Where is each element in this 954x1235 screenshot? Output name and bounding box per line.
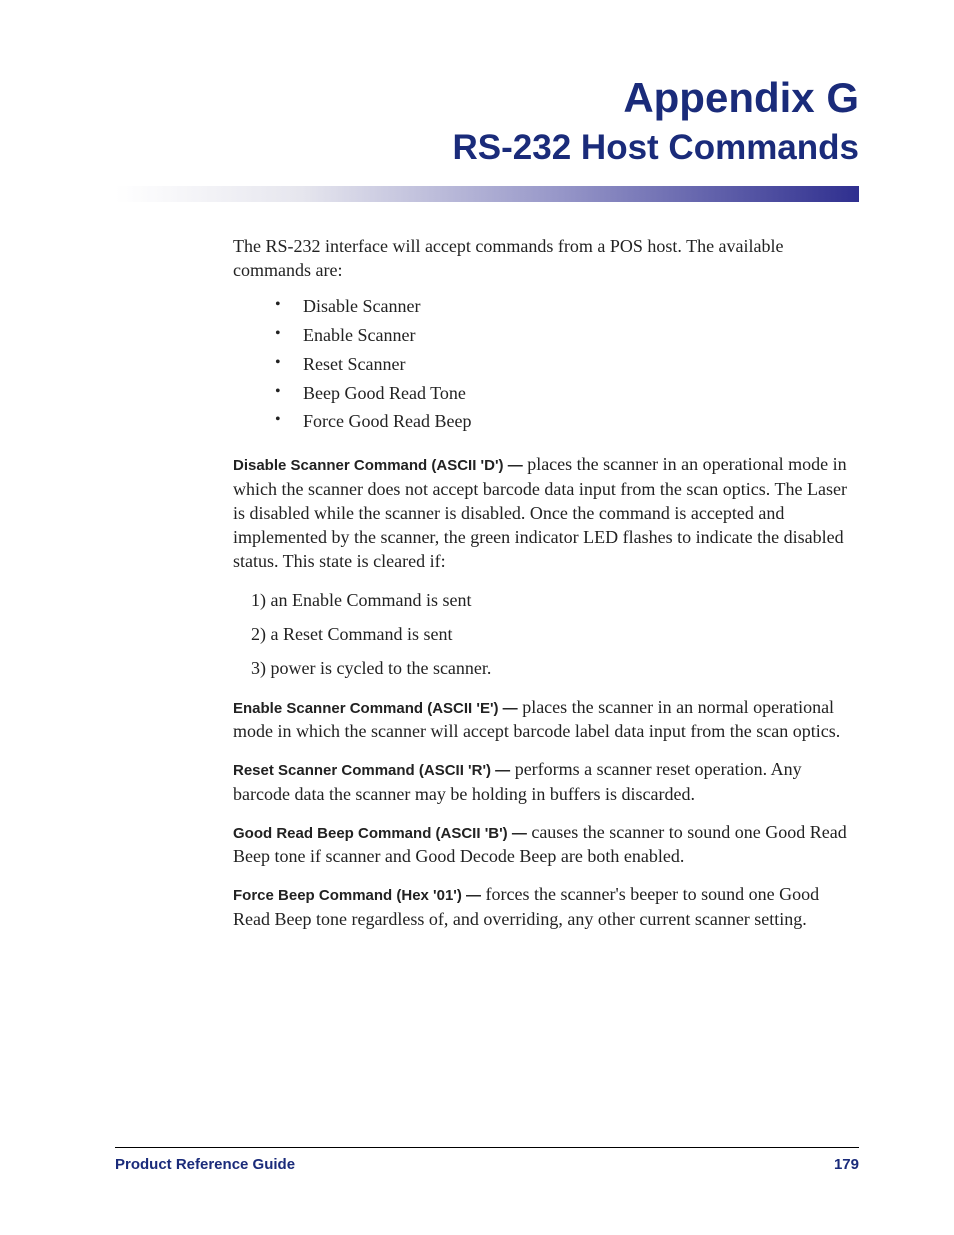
enable-scanner-paragraph: Enable Scanner Command (ASCII 'E') — pla… [233, 695, 859, 744]
intro-paragraph: The RS-232 interface will accept command… [233, 234, 859, 283]
disable-scanner-lead: Disable Scanner Command (ASCII 'D') — [233, 457, 523, 474]
list-item: 2) a Reset Command is sent [251, 622, 859, 646]
list-item: Disable Scanner [275, 292, 859, 321]
list-item: Beep Good Read Tone [275, 379, 859, 408]
list-item: Force Good Read Beep [275, 407, 859, 436]
force-beep-lead: Force Beep Command (Hex '01') — [233, 887, 481, 904]
list-item: Reset Scanner [275, 350, 859, 379]
disable-scanner-paragraph: Disable Scanner Command (ASCII 'D') — pl… [233, 452, 859, 573]
appendix-label: Appendix G [115, 75, 859, 121]
good-read-beep-paragraph: Good Read Beep Command (ASCII 'B') — cau… [233, 820, 859, 869]
reset-scanner-lead: Reset Scanner Command (ASCII 'R') — [233, 762, 510, 779]
footer-divider [115, 1147, 859, 1148]
page-footer: Product Reference Guide 179 [115, 1147, 859, 1173]
enable-scanner-lead: Enable Scanner Command (ASCII 'E') — [233, 700, 518, 717]
heading-divider-bar [115, 186, 859, 202]
reset-scanner-paragraph: Reset Scanner Command (ASCII 'R') — perf… [233, 757, 859, 806]
command-bullet-list: Disable Scanner Enable Scanner Reset Sca… [275, 292, 859, 436]
appendix-title: RS-232 Host Commands [115, 129, 859, 168]
force-beep-paragraph: Force Beep Command (Hex '01') — forces t… [233, 882, 859, 931]
footer-guide-title: Product Reference Guide [115, 1156, 295, 1173]
list-item: 3) power is cycled to the scanner. [251, 656, 859, 680]
page-number: 179 [834, 1156, 859, 1173]
good-read-beep-lead: Good Read Beep Command (ASCII 'B') — [233, 825, 527, 842]
body-content: The RS-232 interface will accept command… [233, 234, 859, 931]
title-block: Appendix G RS-232 Host Commands [115, 75, 859, 168]
list-item: 1) an Enable Command is sent [251, 588, 859, 612]
clear-conditions-list: 1) an Enable Command is sent 2) a Reset … [251, 588, 859, 681]
list-item: Enable Scanner [275, 321, 859, 350]
document-page: Appendix G RS-232 Host Commands The RS-2… [0, 0, 954, 931]
footer-row: Product Reference Guide 179 [115, 1156, 859, 1173]
